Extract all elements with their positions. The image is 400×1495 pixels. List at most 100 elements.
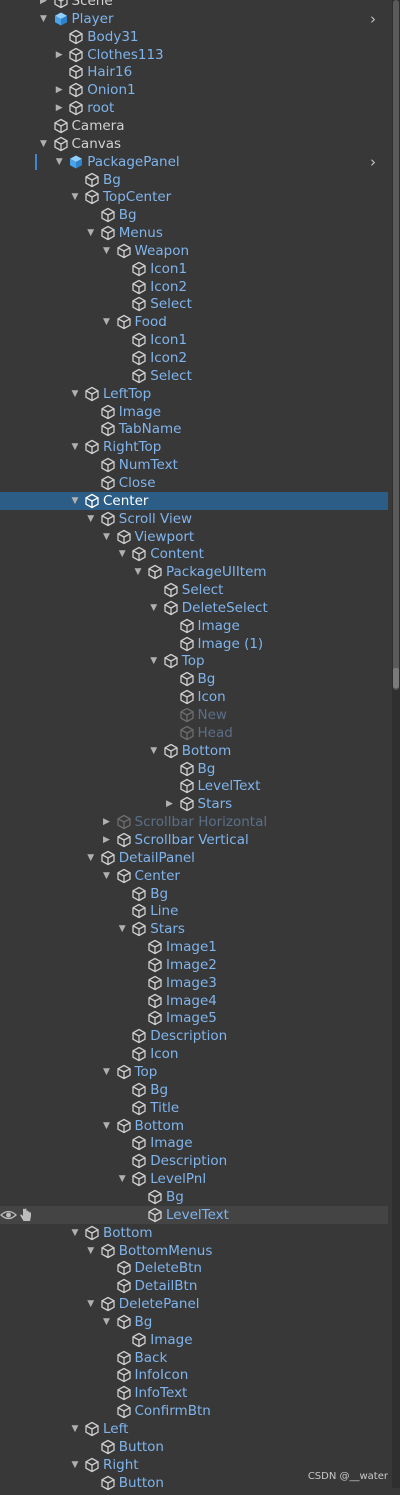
- hierarchy-row[interactable]: Body31: [0, 28, 388, 46]
- hierarchy-row[interactable]: ▼ RightTop: [0, 438, 388, 456]
- expand-arrow-down-icon[interactable]: ▼: [38, 10, 50, 28]
- hierarchy-row[interactable]: Image: [0, 1331, 388, 1349]
- hierarchy-row[interactable]: Description: [0, 1027, 388, 1045]
- expand-arrow-down-icon[interactable]: ▼: [101, 1117, 113, 1135]
- hierarchy-row[interactable]: ▼ Canvas: [0, 135, 388, 153]
- hierarchy-row[interactable]: Bg: [0, 670, 388, 688]
- hierarchy-row[interactable]: Icon1: [0, 260, 388, 278]
- hierarchy-row[interactable]: Head: [0, 724, 388, 742]
- hierarchy-row[interactable]: Line: [0, 902, 388, 920]
- expand-arrow-right-icon[interactable]: ▶: [38, 0, 50, 10]
- hierarchy-row[interactable]: ▼ Player ›: [0, 10, 388, 28]
- hierarchy-row[interactable]: ▼ LeftTop: [0, 385, 388, 403]
- expand-arrow-down-icon[interactable]: ▼: [101, 528, 113, 546]
- expand-arrow-right-icon[interactable]: ▶: [164, 795, 176, 813]
- hierarchy-row[interactable]: Camera: [0, 117, 388, 135]
- hierarchy-row[interactable]: Bg: [0, 760, 388, 778]
- hierarchy-row[interactable]: Image: [0, 1134, 388, 1152]
- expand-arrow-down-icon[interactable]: ▼: [101, 313, 113, 331]
- hierarchy-row[interactable]: Bg: [0, 171, 388, 189]
- hierarchy-row[interactable]: LevelText: [0, 777, 388, 795]
- vertical-scrollbar[interactable]: [392, 0, 400, 1488]
- hierarchy-row[interactable]: Image: [0, 617, 388, 635]
- eye-icon[interactable]: [0, 1207, 17, 1223]
- expand-arrow-right-icon[interactable]: ▶: [53, 46, 65, 64]
- hierarchy-row[interactable]: ▼ BottomMenus: [0, 1242, 388, 1260]
- hierarchy-row[interactable]: Icon1: [0, 331, 388, 349]
- expand-arrow-down-icon[interactable]: ▼: [69, 188, 81, 206]
- hierarchy-row[interactable]: Image3: [0, 974, 388, 992]
- hierarchy-row[interactable]: Image (1): [0, 635, 388, 653]
- expand-arrow-down-icon[interactable]: ▼: [116, 920, 128, 938]
- hierarchy-row[interactable]: ▼ Bg: [0, 1313, 388, 1331]
- hierarchy-row[interactable]: Bg: [0, 885, 388, 903]
- scrollbar-thumb[interactable]: [393, 0, 399, 690]
- hierarchy-row[interactable]: InfoIcon: [0, 1366, 388, 1384]
- hierarchy-row[interactable]: ▶ Stars: [0, 795, 388, 813]
- expand-arrow-down-icon[interactable]: ▼: [69, 438, 81, 456]
- hierarchy-row[interactable]: Bg: [0, 1188, 388, 1206]
- hierarchy-row[interactable]: ▼ Center: [0, 491, 388, 510]
- hierarchy-row[interactable]: ▼ DeletePanel: [0, 1295, 388, 1313]
- expand-arrow-down-icon[interactable]: ▼: [38, 135, 50, 153]
- hierarchy-row[interactable]: Select: [0, 367, 388, 385]
- hierarchy-row[interactable]: ▼ TopCenter: [0, 188, 388, 206]
- hierarchy-row[interactable]: Button: [0, 1438, 388, 1456]
- hierarchy-row[interactable]: ▼ Viewport: [0, 528, 388, 546]
- hierarchy-row[interactable]: Icon: [0, 688, 388, 706]
- hierarchy-row[interactable]: ▼ Food: [0, 313, 388, 331]
- hierarchy-row[interactable]: Select: [0, 581, 388, 599]
- expand-arrow-down-icon[interactable]: ▼: [85, 224, 97, 242]
- scrollbar-thumb-cap[interactable]: [393, 668, 399, 688]
- hierarchy-row[interactable]: LevelText: [0, 1205, 388, 1224]
- open-prefab-chevron-icon[interactable]: ›: [370, 10, 376, 28]
- hierarchy-row[interactable]: Image5: [0, 1009, 388, 1027]
- hierarchy-row[interactable]: Icon2: [0, 278, 388, 296]
- hierarchy-row[interactable]: New: [0, 706, 388, 724]
- hand-icon[interactable]: [18, 1207, 33, 1223]
- expand-arrow-down-icon[interactable]: ▼: [85, 1295, 97, 1313]
- expand-arrow-down-icon[interactable]: ▼: [148, 599, 160, 617]
- hierarchy-row[interactable]: ▼ PackagePanel ›: [0, 153, 388, 171]
- hierarchy-row[interactable]: Image1: [0, 938, 388, 956]
- hierarchy-row[interactable]: ▼ PackageUIItem: [0, 563, 388, 581]
- hierarchy-row[interactable]: Image4: [0, 992, 388, 1010]
- expand-arrow-down-icon[interactable]: ▼: [116, 1170, 128, 1188]
- hierarchy-row[interactable]: ▼ Menus: [0, 224, 388, 242]
- hierarchy-row[interactable]: Bg: [0, 206, 388, 224]
- open-prefab-chevron-icon[interactable]: ›: [370, 153, 376, 171]
- hierarchy-row[interactable]: ▼ Bottom: [0, 1117, 388, 1135]
- hierarchy-row[interactable]: ▼ Top: [0, 652, 388, 670]
- hierarchy-row[interactable]: ConfirmBtn: [0, 1402, 388, 1420]
- hierarchy-row[interactable]: ▼ Left: [0, 1420, 388, 1438]
- hierarchy-row[interactable]: ▼ Stars: [0, 920, 388, 938]
- expand-arrow-down-icon[interactable]: ▼: [132, 563, 144, 581]
- hierarchy-row[interactable]: Hair16: [0, 63, 388, 81]
- expand-arrow-down-icon[interactable]: ▼: [85, 510, 97, 528]
- hierarchy-row[interactable]: ▶ root: [0, 99, 388, 117]
- expand-arrow-down-icon[interactable]: ▼: [148, 742, 160, 760]
- expand-arrow-down-icon[interactable]: ▼: [101, 867, 113, 885]
- hierarchy-row[interactable]: NumText: [0, 456, 388, 474]
- expand-arrow-down-icon[interactable]: ▼: [69, 1224, 81, 1242]
- expand-arrow-down-icon[interactable]: ▼: [69, 1420, 81, 1438]
- hierarchy-row[interactable]: Image: [0, 403, 388, 421]
- hierarchy-row[interactable]: Bg: [0, 1081, 388, 1099]
- expand-arrow-right-icon[interactable]: ▶: [53, 81, 65, 99]
- expand-arrow-down-icon[interactable]: ▼: [69, 492, 81, 510]
- hierarchy-row[interactable]: Title: [0, 1099, 388, 1117]
- hierarchy-row[interactable]: ▼ Weapon: [0, 242, 388, 260]
- hierarchy-row[interactable]: ▼ Bottom: [0, 742, 388, 760]
- hierarchy-row[interactable]: ▼ Bottom: [0, 1224, 388, 1242]
- expand-arrow-down-icon[interactable]: ▼: [69, 385, 81, 403]
- expand-arrow-down-icon[interactable]: ▼: [85, 849, 97, 867]
- expand-arrow-right-icon[interactable]: ▶: [53, 99, 65, 117]
- expand-arrow-down-icon[interactable]: ▼: [101, 1313, 113, 1331]
- hierarchy-row[interactable]: TabName: [0, 420, 388, 438]
- hierarchy-row[interactable]: InfoText: [0, 1384, 388, 1402]
- hierarchy-row[interactable]: ▼ Top: [0, 1063, 388, 1081]
- expand-arrow-down-icon[interactable]: ▼: [116, 545, 128, 563]
- hierarchy-row[interactable]: Icon: [0, 1045, 388, 1063]
- expand-arrow-down-icon[interactable]: ▼: [101, 242, 113, 260]
- expand-arrow-down-icon[interactable]: ▼: [85, 1242, 97, 1260]
